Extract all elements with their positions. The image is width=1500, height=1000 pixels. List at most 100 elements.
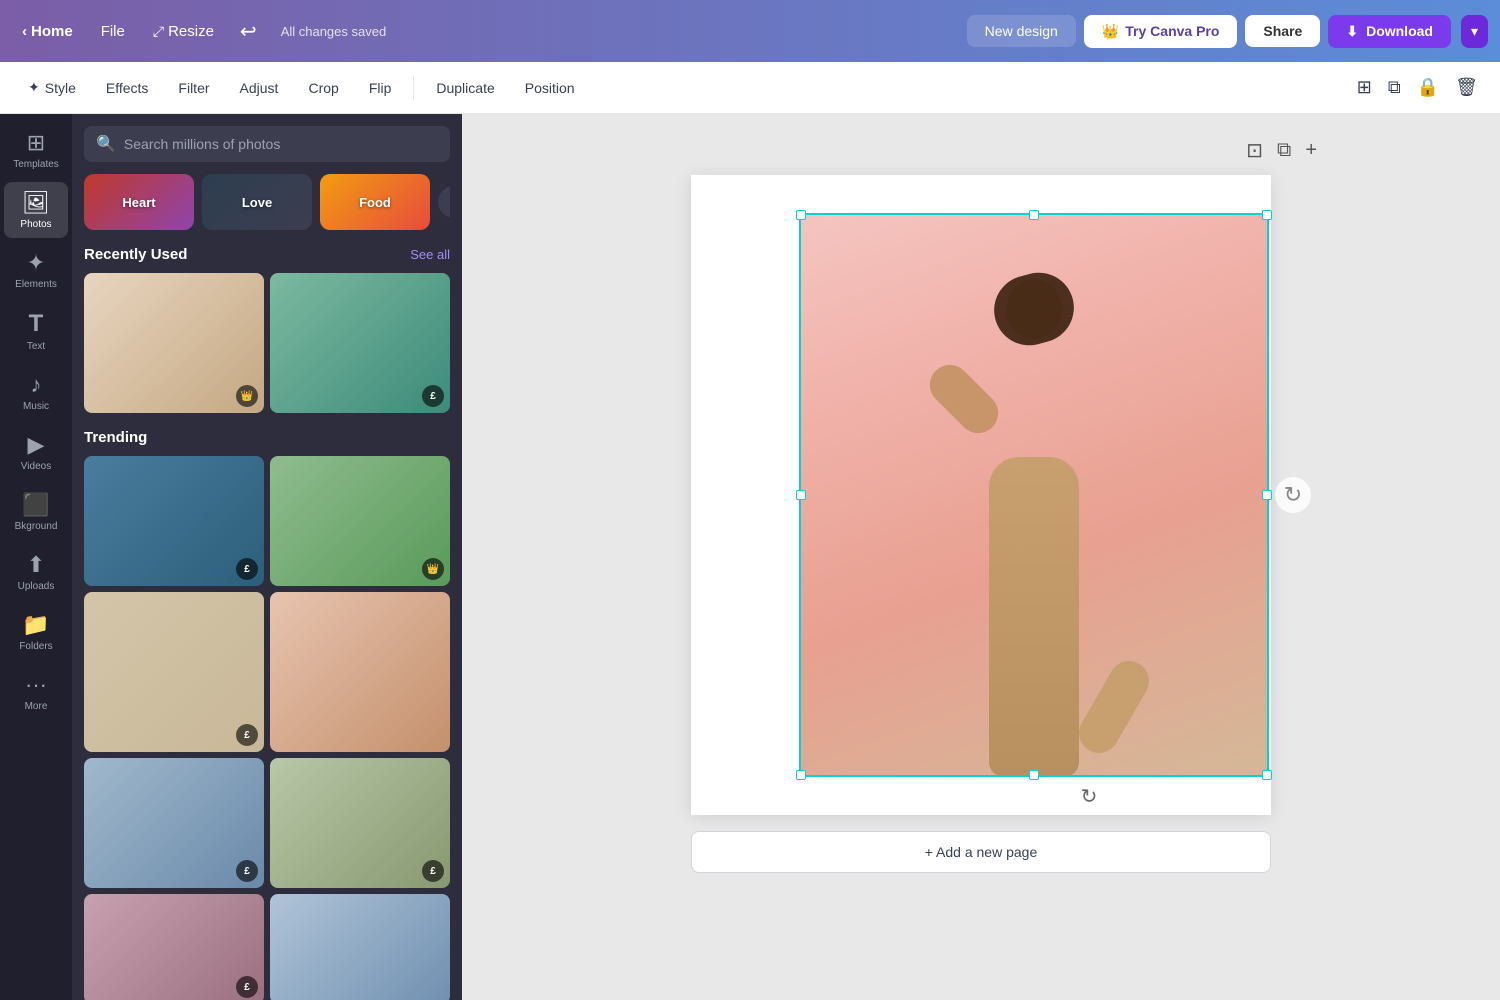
trending-photo-3[interactable]: £ (84, 592, 264, 752)
trending-photo-2[interactable]: 👑 (270, 456, 450, 586)
more-icon: ··· (25, 672, 47, 698)
adjust-button[interactable]: Adjust (228, 74, 291, 102)
resize-label: Resize (168, 23, 214, 40)
main-layout: ⊞ Templates 🖼 Photos ✦ Elements T Text ♪… (0, 114, 1500, 1000)
sparkle-icon: ✦ (28, 79, 40, 96)
photos-icon: 🖼 (22, 190, 50, 216)
canvas-add-button[interactable]: + (1301, 134, 1321, 167)
templates-icon: ⊞ (27, 130, 45, 156)
canvas-copy-button[interactable]: ⧉ (1273, 134, 1295, 167)
trending-photo-6[interactable]: £ (270, 758, 450, 888)
download-button[interactable]: ⬇ Download (1328, 15, 1451, 48)
trending-badge-1: £ (236, 558, 258, 580)
canvas-top-controls: ⊡ ⧉ + (641, 134, 1321, 167)
canvas-area: ⊡ ⧉ + (462, 114, 1500, 1000)
delete-icon-button[interactable]: 🗑 (1449, 71, 1484, 104)
food-label: Food (359, 195, 391, 210)
uploads-icon: ⬆ (27, 552, 45, 578)
effects-button[interactable]: Effects (94, 74, 161, 102)
home-label: Home (31, 23, 73, 40)
recently-used-photo-1[interactable]: 👑 (84, 273, 264, 413)
sidebar-item-videos[interactable]: ▶ Videos (4, 424, 68, 480)
music-label: Music (23, 401, 49, 412)
trending-badge-5: £ (236, 860, 258, 882)
music-icon: ♪ (31, 372, 42, 398)
saved-status: All changes saved (281, 24, 959, 39)
sidebar-item-elements[interactable]: ✦ Elements (4, 242, 68, 298)
resize-button[interactable]: ⤢ Resize (143, 17, 224, 46)
sidebar-item-folders[interactable]: 📁 Folders (4, 604, 68, 660)
crop-button[interactable]: Crop (296, 74, 350, 102)
chevron-down-icon: ▾ (1471, 23, 1478, 39)
more-label: More (25, 701, 48, 712)
file-menu[interactable]: File (91, 17, 135, 46)
background-icon: ⬛ (22, 492, 49, 518)
sidebar-item-music[interactable]: ♪ Music (4, 364, 68, 420)
flip-button[interactable]: Flip (357, 74, 404, 102)
canvas-image[interactable] (799, 213, 1269, 777)
photos-panel: 🔍 Heart Love Food › Recently Use (72, 114, 462, 1000)
lock-icon-button[interactable]: 🔒 (1411, 71, 1445, 104)
search-input[interactable] (124, 136, 438, 152)
new-design-button[interactable]: New design (967, 15, 1076, 47)
toolbar-separator (413, 76, 414, 100)
sidebar-item-photos[interactable]: 🖼 Photos (4, 182, 68, 238)
love-label: Love (242, 195, 272, 210)
position-button[interactable]: Position (513, 74, 587, 102)
search-bar[interactable]: 🔍 (84, 126, 450, 162)
rotate-handle[interactable]: ↻ (1081, 784, 1098, 809)
sidebar-item-text[interactable]: T Text (4, 302, 68, 360)
recently-used-photo-2[interactable]: £ (270, 273, 450, 413)
toolbar: ✦ Style Effects Filter Adjust Crop Flip … (0, 62, 1500, 114)
undo-button[interactable]: ↩ (232, 13, 265, 50)
category-food[interactable]: Food (320, 174, 430, 230)
rotate-icon-right[interactable]: ↻ (1275, 477, 1311, 513)
search-icon: 🔍 (96, 134, 116, 154)
folders-icon: 📁 (22, 612, 49, 638)
home-button[interactable]: ‹ Home (12, 17, 83, 46)
sidebar-item-templates[interactable]: ⊞ Templates (4, 122, 68, 178)
download-chevron-button[interactable]: ▾ (1461, 15, 1488, 48)
filter-button[interactable]: Filter (166, 74, 221, 102)
top-nav: ‹ Home File ⤢ Resize ↩ All changes saved… (0, 0, 1500, 62)
category-heart[interactable]: Heart (84, 174, 194, 230)
style-button[interactable]: ✦ Style (16, 73, 88, 102)
duplicate-button[interactable]: Duplicate (424, 74, 506, 102)
trending-badge-3: £ (236, 724, 258, 746)
recently-used-title: Recently Used (84, 246, 187, 263)
text-icon: T (29, 310, 44, 338)
uploads-label: Uploads (18, 581, 55, 592)
elements-icon: ✦ (27, 250, 45, 276)
trending-photo-5[interactable]: £ (84, 758, 264, 888)
crown-icon: 👑 (1102, 23, 1119, 40)
category-next-button[interactable]: › (438, 186, 450, 218)
text-label: Text (27, 341, 45, 352)
sidebar-item-more[interactable]: ··· More (4, 664, 68, 720)
canvas-page: ↻ ↻ (691, 175, 1271, 815)
trending-photo-4[interactable] (270, 592, 450, 752)
add-page-button[interactable]: + Add a new page (691, 831, 1271, 873)
sidebar-item-background[interactable]: ⬛ Bkground (4, 484, 68, 540)
trending-header: Trending (84, 429, 450, 446)
recently-used-header: Recently Used See all (84, 246, 450, 263)
share-button[interactable]: Share (1245, 15, 1320, 47)
canvas-frame-button[interactable]: ⊡ (1242, 134, 1267, 167)
trending-photo-7[interactable]: £ (84, 894, 264, 1000)
videos-label: Videos (21, 461, 51, 472)
photo-badge-crown-1: 👑 (236, 385, 258, 407)
elements-label: Elements (15, 279, 57, 290)
copy-icon-button[interactable]: ⧉ (1382, 71, 1407, 104)
category-love[interactable]: Love (202, 174, 312, 230)
trending-badge-7: £ (236, 976, 258, 998)
trending-badge-6: £ (422, 860, 444, 882)
trending-photo-8[interactable] (270, 894, 450, 1000)
trending-photo-1[interactable]: £ (84, 456, 264, 586)
see-all-button[interactable]: See all (410, 247, 450, 262)
trending-badge-2: 👑 (422, 558, 444, 580)
grid-icon-button[interactable]: ⊞ (1351, 71, 1378, 104)
resize-icon: ⤢ (153, 23, 164, 40)
icon-sidebar: ⊞ Templates 🖼 Photos ✦ Elements T Text ♪… (0, 114, 72, 1000)
try-pro-button[interactable]: 👑 Try Canva Pro (1084, 15, 1238, 48)
recently-used-grid: 👑 £ (84, 273, 450, 413)
sidebar-item-uploads[interactable]: ⬆ Uploads (4, 544, 68, 600)
